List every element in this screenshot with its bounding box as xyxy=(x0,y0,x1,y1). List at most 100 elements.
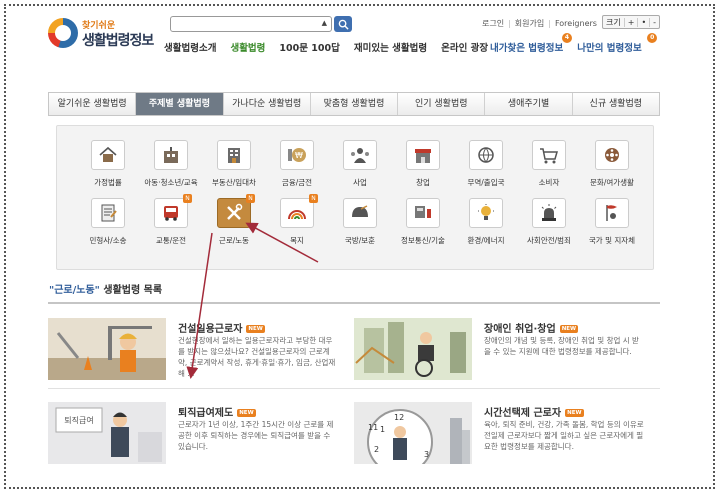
divider xyxy=(48,388,660,389)
search-input[interactable]: ▲ xyxy=(170,16,332,32)
nav-found-laws[interactable]: 내가찾은 법령정보 4 xyxy=(490,33,572,54)
caret-down-icon[interactable]: ▲ xyxy=(322,19,327,27)
topic-traffic[interactable]: N 교통/운전 xyxy=(139,194,203,256)
tab-lifecycle[interactable]: 생애주기별 xyxy=(484,93,571,115)
nav-online-plaza[interactable]: 온라인 광장 xyxy=(441,40,488,56)
bus-icon: N xyxy=(154,194,192,228)
svg-text:3: 3 xyxy=(424,450,429,459)
foreigners-link[interactable]: Foreigners xyxy=(555,19,597,28)
list-item[interactable]: 퇴직급여 퇴직급여제도 NEW 근로자가 1년 이상, 1주간 15시간 이상 근… xyxy=(48,402,344,482)
tab-alphabetical[interactable]: 가나다순 생활법령 xyxy=(222,93,310,115)
new-badge: NEW xyxy=(237,409,256,417)
tab-new[interactable]: 신규 생활법령 xyxy=(571,93,659,115)
topic-label: 민형사/소송 xyxy=(89,236,127,245)
topic-label: 금융/금전 xyxy=(281,178,313,187)
topic-label: 교통/운전 xyxy=(155,236,187,245)
search-button[interactable] xyxy=(334,16,352,32)
tab-popular[interactable]: 인기 생활법령 xyxy=(397,93,484,115)
topic-government[interactable]: 국가 및 지자체 xyxy=(580,198,644,256)
logo-mark-icon xyxy=(48,18,78,48)
tab-by-topic[interactable]: 주제별 생활법령 xyxy=(135,93,223,115)
nav-fun-law[interactable]: 재미있는 생활법령 xyxy=(354,40,427,56)
helmet-icon xyxy=(343,198,377,228)
item-title-text: 장애인 취업·창업 xyxy=(484,324,556,335)
font-size-reset-button[interactable]: • xyxy=(637,17,649,27)
people-icon xyxy=(343,140,377,170)
film-icon xyxy=(595,140,629,170)
tab-custom[interactable]: 맞춤형 생활법령 xyxy=(309,93,397,115)
nav-found-laws-label: 내가찾은 법령정보 xyxy=(490,43,564,54)
topic-label: 가정법률 xyxy=(94,178,122,187)
list-item[interactable]: 11 12 1 2 3 시간선택제 근로자 NEW 육아, 퇴직 준비, 건강, 가족 돌… xyxy=(354,402,650,482)
topic-welfare[interactable]: N 복지 xyxy=(265,194,329,256)
item-title: 시간선택제 근로자 NEW xyxy=(484,404,584,419)
topic-label: 부동산/임대차 xyxy=(212,178,256,187)
count-badge: 4 xyxy=(562,33,572,43)
item-title: 퇴직급여제도 NEW xyxy=(178,404,256,419)
topic-safety[interactable]: 사회안전/범죄 xyxy=(517,198,581,256)
tab-easy[interactable]: 알기쉬운 생활법령 xyxy=(49,93,135,115)
tools-icon: N xyxy=(217,194,255,228)
item-title-text: 시간선택제 근로자 xyxy=(484,408,562,419)
item-title-text: 건설일용근로자 xyxy=(178,324,243,335)
topic-trade[interactable]: 무역/출입국 xyxy=(454,140,518,198)
svg-text:2: 2 xyxy=(374,445,379,454)
svg-text:12: 12 xyxy=(394,413,404,422)
topic-label: 소비자 xyxy=(538,178,560,187)
login-link[interactable]: 로그인 xyxy=(482,18,504,29)
topic-label: 근로/노동 xyxy=(218,236,250,245)
search-icon xyxy=(338,19,349,30)
nav-my-laws-label: 나만의 법령정보 xyxy=(577,43,642,54)
topic-civil-criminal[interactable]: 민형사/소송 xyxy=(76,198,140,256)
topic-label: 사회안전/범죄 xyxy=(527,236,571,245)
topic-consumer[interactable]: 소비자 xyxy=(517,140,581,198)
topic-label: 창업 xyxy=(416,178,430,187)
topic-business[interactable]: 사업 xyxy=(328,140,392,198)
nav-my-laws[interactable]: 나만의 법령정보 0 xyxy=(577,33,658,54)
topic-startup[interactable]: 창업 xyxy=(391,140,455,198)
topic-it[interactable]: 정보통신/기술 xyxy=(391,198,455,256)
topic-family-law[interactable]: 가정법률 xyxy=(76,140,140,198)
svg-text:₩: ₩ xyxy=(295,151,303,160)
list-heading-suffix: 생활법령 목록 xyxy=(99,285,163,296)
topic-culture[interactable]: 문화/여가생활 xyxy=(580,140,644,198)
svg-text:11: 11 xyxy=(368,423,378,432)
topic-defense[interactable]: 국방/보훈 xyxy=(328,198,392,256)
rainbow-icon: N xyxy=(280,194,318,228)
topic-environment[interactable]: 환경/에너지 xyxy=(454,198,518,256)
font-size-control: 크기 + • - xyxy=(602,15,661,29)
topic-finance[interactable]: ₩ 금융/금전 xyxy=(265,140,329,198)
item-description: 건설현장에서 일하는 일용근로자라고 부당한 대우를 받지는 않으셨나요? 건설… xyxy=(178,336,336,378)
font-size-plus-button[interactable]: + xyxy=(623,17,638,27)
list-topic: 근로/노동 xyxy=(54,285,95,296)
nav-intro[interactable]: 생활법령소개 xyxy=(164,40,216,56)
nav-100qa[interactable]: 100문 100답 xyxy=(279,40,339,56)
construction-worker-illustration xyxy=(48,318,166,380)
topic-grid: 가정법률 아동·청소년/교육 부동산/임대차 ₩ 금융/금전 사업 창업 무역/… xyxy=(56,125,654,270)
topic-labor[interactable]: N 근로/노동 xyxy=(202,194,266,256)
signup-link[interactable]: 회원가입 xyxy=(515,18,544,29)
list-item[interactable]: 장애인 취업·창업 NEW 장애인의 개념 및 등록, 장애인 취업 및 창업 시… xyxy=(354,318,650,398)
topic-real-estate[interactable]: 부동산/임대차 xyxy=(202,140,266,198)
flag-icon xyxy=(595,198,629,228)
topic-label: 아동·청소년/교육 xyxy=(144,178,198,187)
font-size-minus-button[interactable]: - xyxy=(649,17,659,27)
document-icon xyxy=(91,198,125,228)
house-icon xyxy=(91,140,125,170)
nav-living-law[interactable]: 생활법령 xyxy=(230,40,265,56)
new-badge: NEW xyxy=(246,325,265,333)
list-heading: "근로/노동" 생활법령 목록 xyxy=(49,281,162,296)
list-item[interactable]: 건설일용근로자 NEW 건설현장에서 일하는 일용근로자라고 부당한 대우를 받지… xyxy=(48,318,344,398)
new-badge: NEW xyxy=(559,325,579,333)
shop-icon xyxy=(406,140,440,170)
item-title: 건설일용근로자 NEW xyxy=(178,320,265,335)
item-description: 장애인의 개념 및 등록, 장애인 취업 및 창업 시 받을 수 있는 지원에 … xyxy=(484,336,639,356)
divider: | xyxy=(548,19,551,28)
topic-youth-education[interactable]: 아동·청소년/교육 xyxy=(139,140,203,198)
topic-label: 무역/출입국 xyxy=(467,178,505,187)
divider xyxy=(48,302,660,304)
site-logo[interactable]: 찾기쉬운 생활법령정보 xyxy=(48,16,158,56)
topic-label: 정보통신/기술 xyxy=(401,236,445,245)
topic-label: 국가 및 지자체 xyxy=(588,236,636,245)
siren-icon xyxy=(532,198,566,228)
